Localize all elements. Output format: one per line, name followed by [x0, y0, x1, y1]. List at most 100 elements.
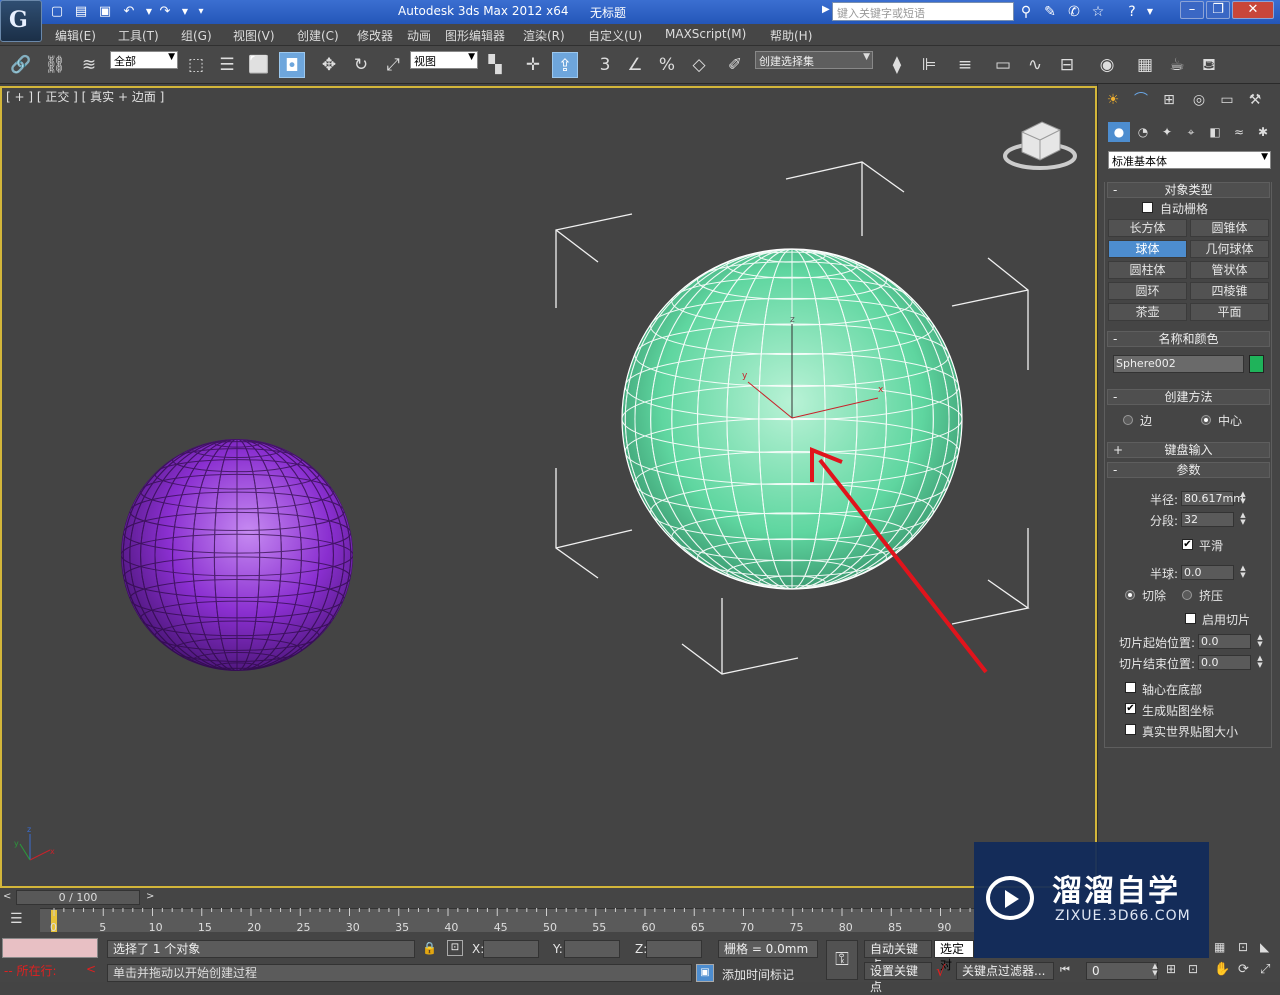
edit-named-selection-icon[interactable]: ✐ [722, 52, 748, 78]
menu-views[interactable]: 视图(V) [233, 27, 275, 44]
slice-from-input[interactable]: 0.0 [1198, 634, 1251, 649]
menu-create[interactable]: 创建(C) [297, 27, 339, 44]
category-dropdown[interactable]: 标准基本体 ▼ [1108, 151, 1271, 169]
box-button[interactable]: 长方体 [1108, 219, 1187, 237]
slice-from-spinner[interactable]: ▲ ▼ [1255, 634, 1265, 649]
mini-curve-editor-icon[interactable]: ☰ [10, 911, 23, 927]
rendered-frame-icon[interactable]: ☕ [1164, 52, 1190, 78]
frame-spinner[interactable]: ▲ ▼ [1150, 963, 1160, 978]
select-move-icon[interactable]: ✥ [316, 52, 342, 78]
menu-customize[interactable]: 自定义(U) [588, 27, 642, 44]
segments-spinner[interactable]: ▲ ▼ [1238, 512, 1248, 527]
time-next-icon[interactable]: > [146, 891, 154, 902]
real-world-checkbox[interactable] [1125, 724, 1136, 735]
select-rotate-icon[interactable]: ↻ [348, 52, 374, 78]
render-production-icon[interactable]: ⛾ [1196, 52, 1222, 78]
link-icon[interactable]: 🔗 [8, 52, 34, 78]
close-button[interactable]: ✕ [1232, 1, 1274, 19]
orbit-icon[interactable]: ⟳ [1238, 962, 1249, 977]
keyboard-shortcut-override-icon[interactable]: ⇪ [552, 52, 578, 78]
geometry-icon[interactable]: ● [1108, 122, 1130, 142]
quick-access-dropdown-icon[interactable]: ▾ [192, 3, 210, 21]
auto-key-button[interactable]: 自动关键点 [864, 940, 932, 972]
select-by-name-icon[interactable]: ☰ [214, 52, 240, 78]
spinner-snap-icon[interactable]: ◇ [686, 52, 712, 78]
cameras-icon[interactable]: ⌖ [1180, 122, 1202, 142]
space-warps-icon[interactable]: ≈ [1228, 122, 1250, 142]
time-config-icon[interactable]: ⊞ [1166, 962, 1176, 976]
layer-manager-icon[interactable]: ≡ [952, 52, 978, 78]
time-prev-icon[interactable]: < [3, 891, 11, 902]
menu-graph-editors[interactable]: 图形编辑器 [445, 27, 505, 44]
shapes-icon[interactable]: ◔ [1132, 122, 1154, 142]
help-dropdown-icon[interactable]: ▼ [1140, 3, 1160, 21]
smooth-checkbox[interactable]: ✔ [1182, 539, 1193, 550]
maximize-viewport-icon[interactable]: ⤢ [1260, 962, 1270, 977]
rollout-object-type[interactable]: - 对象类型 [1107, 182, 1270, 198]
pan-hand-icon[interactable]: ✋ [1214, 962, 1230, 977]
create-tab-icon[interactable]: ☀ [1102, 90, 1124, 110]
reference-coordinate-dropdown[interactable]: 视图 ▼ [410, 51, 478, 69]
key-filters-button[interactable]: 关键点过滤器... [956, 962, 1054, 980]
key-icon[interactable]: ⚿ [826, 940, 858, 980]
squash-radio[interactable] [1182, 590, 1192, 600]
radius-input[interactable]: 80.617mm [1181, 491, 1244, 506]
object-color-swatch[interactable] [1249, 355, 1264, 373]
menu-tools[interactable]: 工具(T) [118, 27, 159, 44]
cone-button[interactable]: 圆锥体 [1190, 219, 1269, 237]
minimize-button[interactable]: – [1180, 1, 1204, 19]
bind-space-warp-icon[interactable]: ≋ [76, 52, 102, 78]
menu-rendering[interactable]: 渲染(R) [523, 27, 565, 44]
torus-button[interactable]: 圆环 [1108, 282, 1187, 300]
time-slider[interactable]: 0 / 100 [16, 890, 140, 905]
motion-tab-icon[interactable]: ◎ [1188, 90, 1210, 110]
named-selection-set-dropdown[interactable]: 创建选择集 ▼ [755, 51, 873, 69]
communication-icon[interactable]: ✆ [1064, 3, 1084, 21]
menu-animation[interactable]: 动画 [407, 27, 431, 44]
schematic-view-icon[interactable]: ⊟ [1054, 52, 1080, 78]
rollout-parameters[interactable]: - 参数 [1107, 462, 1270, 478]
purple-sphere[interactable] [121, 439, 353, 671]
hierarchy-tab-icon[interactable]: ⊞ [1158, 90, 1180, 110]
time-tag-icon[interactable]: ▣ [696, 964, 714, 982]
absolute-mode-icon[interactable]: ⊡ [447, 940, 463, 956]
redo-icon[interactable]: ↷ [156, 3, 174, 21]
align-icon[interactable]: ⊫ [916, 52, 942, 78]
rollout-creation-method[interactable]: - 创建方法 [1107, 389, 1270, 405]
plane-button[interactable]: 平面 [1190, 303, 1269, 321]
geosphere-button[interactable]: 几何球体 [1190, 240, 1269, 258]
unlink-icon[interactable]: ⛓ [42, 52, 68, 78]
selection-filter-dropdown[interactable]: 全部 ▼ [110, 51, 178, 69]
viewcube-icon[interactable] [1003, 121, 1077, 170]
search-expand-icon[interactable]: ▶ [822, 4, 830, 15]
app-logo-button[interactable]: G [0, 0, 42, 42]
sphere-button[interactable]: 球体 [1108, 240, 1187, 258]
save-icon[interactable]: ▣ [96, 3, 114, 21]
x-coord-input[interactable] [483, 940, 539, 958]
select-scale-icon[interactable]: ⤢ [380, 52, 406, 78]
utilities-tab-icon[interactable]: ⚒ [1244, 90, 1266, 110]
maxscript-listener[interactable] [2, 938, 98, 958]
base-to-pivot-checkbox[interactable] [1125, 682, 1136, 693]
add-time-tag[interactable]: 添加时间标记 [722, 966, 794, 983]
gen-mapping-checkbox[interactable]: ✔ [1125, 703, 1136, 714]
percent-snap-icon[interactable]: % [654, 52, 680, 78]
current-frame-input[interactable]: 0 [1086, 962, 1158, 980]
segments-input[interactable]: 32 [1181, 512, 1234, 527]
lock-icon[interactable]: 🔒 [422, 941, 437, 955]
favorites-star-icon[interactable]: ☆ [1088, 3, 1108, 21]
menu-edit[interactable]: 编辑(E) [55, 27, 96, 44]
pyramid-button[interactable]: 四棱锥 [1190, 282, 1269, 300]
teapot-button[interactable]: 茶壶 [1108, 303, 1187, 321]
go-to-start-icon[interactable]: ⏮ [1060, 963, 1070, 977]
render-setup-icon[interactable]: ▦ [1132, 52, 1158, 78]
slice-to-spinner[interactable]: ▲ ▼ [1255, 655, 1265, 670]
menu-maxscript[interactable]: MAXScript(M) [665, 27, 746, 41]
restore-button[interactable]: ❐ [1206, 1, 1230, 19]
angle-snap-icon[interactable]: ∠ [622, 52, 648, 78]
menu-modifiers[interactable]: 修改器 [357, 27, 393, 44]
green-sphere[interactable] [621, 248, 963, 590]
graphite-ribbon-icon[interactable]: ▭ [990, 52, 1016, 78]
snaps-toggle-icon[interactable]: 3 [592, 52, 618, 78]
z-coord-input[interactable] [646, 940, 702, 958]
